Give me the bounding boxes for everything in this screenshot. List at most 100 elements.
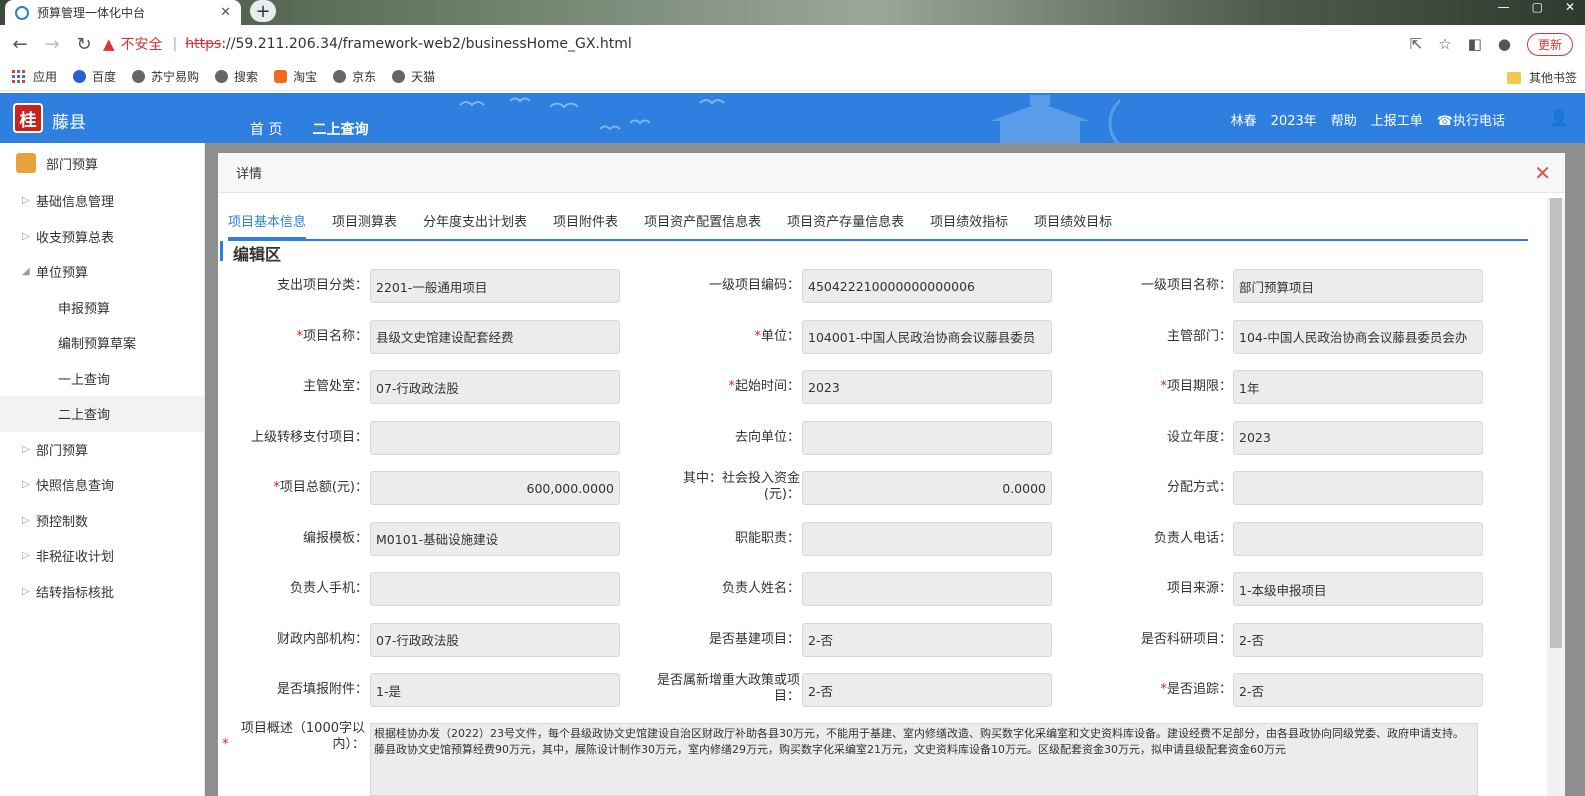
tab-close-icon[interactable]: ✕	[220, 5, 231, 20]
dialog-tab[interactable]: 项目资产存量信息表	[787, 205, 904, 239]
description-label: 项目概述（1000字以内）：	[240, 721, 365, 752]
dialog-tab[interactable]: 项目绩效目标	[1034, 205, 1112, 239]
dialog-tab[interactable]: 项目资产配置信息表	[644, 205, 761, 239]
field-label: 负责人手机：	[218, 581, 368, 597]
share-icon[interactable]: ⇱	[1410, 35, 1423, 53]
sidebar-item[interactable]: ▷ 基础信息管理	[0, 183, 204, 219]
sidebar-item[interactable]: 编制预算草案	[0, 325, 204, 361]
update-button[interactable]: 更新	[1526, 32, 1573, 56]
bookmark-star-icon[interactable]: ☆	[1438, 35, 1451, 53]
field-input[interactable]: 2-否	[1233, 622, 1483, 657]
year-selector[interactable]: 2023年	[1271, 110, 1317, 129]
description-textarea[interactable]: 根据桂协办发（2022）23号文件，每个县级政协文史馆建设自治区财政厅补助各县3…	[370, 723, 1478, 796]
bookmark-label: 苏宁易购	[151, 70, 200, 84]
field-input[interactable]	[370, 572, 620, 606]
sidebar-item[interactable]: ▷ 预控制数	[0, 503, 204, 539]
field-label: 负责人姓名：	[650, 581, 800, 597]
bookmark-jd[interactable]: 京东	[333, 68, 376, 85]
caret-icon: ▷	[22, 550, 30, 562]
field-input[interactable]: 104-中国人民政治协商会议藤县委员会办	[1233, 319, 1483, 354]
field-input[interactable]: 104001-中国人民政治协商会议藤县委员	[802, 319, 1052, 354]
field-input[interactable]: 1年	[1233, 370, 1483, 404]
close-window-icon[interactable]: ✕	[1565, 0, 1575, 14]
field-input[interactable]	[802, 521, 1052, 556]
sidebar-item[interactable]: 一上查询	[0, 361, 204, 397]
reload-icon[interactable]: ↻	[68, 34, 100, 55]
header-links: 林春 2023年 帮助 上报工单 ☎执行电话	[1231, 110, 1505, 129]
field-input[interactable]: 2-否	[802, 622, 1052, 657]
dialog-scrollbar[interactable]	[1547, 198, 1565, 796]
sidebar-item[interactable]: 申报预算	[0, 290, 204, 326]
bookmark-search[interactable]: 搜索	[215, 68, 258, 85]
field-input[interactable]: 1-是	[370, 673, 620, 707]
sidebar-item[interactable]: ▷ 快照信息查询	[0, 467, 204, 503]
caret-icon: ▷	[22, 514, 30, 526]
scroll-thumb[interactable]	[1550, 198, 1562, 648]
field-input[interactable]: 450422210000000000006	[802, 269, 1052, 303]
field-input[interactable]: 2201-一般通用项目	[370, 269, 620, 303]
bookmark-baidu[interactable]: 百度	[73, 68, 116, 85]
sidebar-item[interactable]: ▷ 收支预算总表	[0, 219, 204, 255]
field-input[interactable]	[802, 420, 1052, 455]
field-input[interactable]: 07-行政政法股	[370, 370, 620, 404]
url-field[interactable]: ▲ 不安全 | https ://59.211.206.34/framework…	[103, 29, 1363, 59]
field-label-text: 项目期限：	[1166, 379, 1232, 394]
forward-icon[interactable]: →	[36, 34, 68, 55]
field-input[interactable]: 县级文史馆建设配套经费	[370, 319, 620, 354]
field-input[interactable]	[1233, 521, 1483, 556]
field-input[interactable]: M0101-基础设施建设	[370, 521, 620, 556]
user-icon[interactable]: 👤	[1549, 108, 1569, 127]
hotline-link[interactable]: ☎执行电话	[1437, 110, 1505, 129]
field-input[interactable]: 1-本级申报项目	[1233, 572, 1483, 606]
field-input[interactable]: 0.0000	[802, 471, 1052, 505]
field-input[interactable]: 部门预算项目	[1233, 269, 1483, 303]
maximize-icon[interactable]: ▢	[1532, 0, 1543, 14]
sidebar-item[interactable]: ◢ 单位预算	[0, 254, 204, 290]
field-input[interactable]: 2023	[1233, 420, 1483, 455]
field-input[interactable]	[802, 572, 1052, 606]
dialog-tab[interactable]: 分年度支出计划表	[423, 205, 527, 239]
dialog-title: 详情	[236, 167, 263, 182]
dialog-tab[interactable]: 项目基本信息	[228, 205, 307, 239]
bookmark-apps[interactable]: 应用	[12, 68, 57, 85]
bookmark-tmall[interactable]: 天猫	[392, 68, 435, 85]
field-input[interactable]	[370, 420, 620, 455]
bookmark-suning[interactable]: 苏宁易购	[132, 68, 199, 85]
nav-second-query[interactable]: 二上查询	[312, 119, 368, 139]
field-input[interactable]: 600,000.0000	[370, 471, 620, 505]
other-bookmarks[interactable]: 其他书签	[1506, 69, 1577, 86]
field-input[interactable]	[1233, 471, 1483, 505]
help-link[interactable]: 帮助	[1331, 110, 1357, 129]
sidebar-item[interactable]: ▷ 非税征收计划	[0, 538, 204, 574]
sidebar-header[interactable]: 部门预算	[0, 143, 204, 183]
sidebar-item[interactable]: ▷ 结转指标核批	[0, 574, 204, 610]
field-input[interactable]: 2-否	[802, 673, 1052, 707]
dialog-tab[interactable]: 项目测算表	[332, 205, 397, 239]
browser-tab[interactable]: 预算管理一体化中台 ✕	[5, 0, 241, 25]
back-icon[interactable]: ←	[4, 34, 36, 55]
dialog-close-icon[interactable]: ✕	[1534, 161, 1551, 185]
bookmark-taobao[interactable]: 淘宝	[274, 68, 317, 85]
new-tab-button[interactable]: +	[250, 0, 276, 22]
sidebar-item[interactable]: ▷ 部门预算	[0, 432, 204, 468]
field-input[interactable]: 2-否	[1233, 673, 1483, 707]
field-label: 分配方式：	[1082, 480, 1232, 496]
field-input[interactable]: 07-行政政法股	[370, 622, 620, 657]
sidebar-item[interactable]: 二上查询	[0, 396, 204, 432]
nav-home[interactable]: 首 页	[250, 119, 282, 139]
profile-icon[interactable]: ●	[1498, 35, 1511, 53]
field-label: 编报模板：	[218, 531, 368, 547]
dialog-tab[interactable]: 项目绩效指标	[930, 205, 1008, 239]
globe-icon	[333, 70, 347, 83]
side-panel-icon[interactable]: ◧	[1468, 35, 1482, 53]
field-label-text: 项目总额(元)：	[279, 480, 368, 495]
minimize-icon[interactable]: —	[1498, 0, 1510, 14]
field-label-text: 职能职责：	[734, 530, 800, 546]
user-name[interactable]: 林春	[1231, 110, 1257, 129]
field-input[interactable]: 2023	[802, 370, 1052, 404]
baidu-icon	[73, 70, 87, 83]
report-ticket-link[interactable]: 上报工单	[1371, 110, 1423, 129]
field-label: 一级项目名称：	[1082, 278, 1232, 294]
field-label-text: 主管处室：	[302, 379, 368, 394]
dialog-tab[interactable]: 项目附件表	[553, 205, 618, 239]
